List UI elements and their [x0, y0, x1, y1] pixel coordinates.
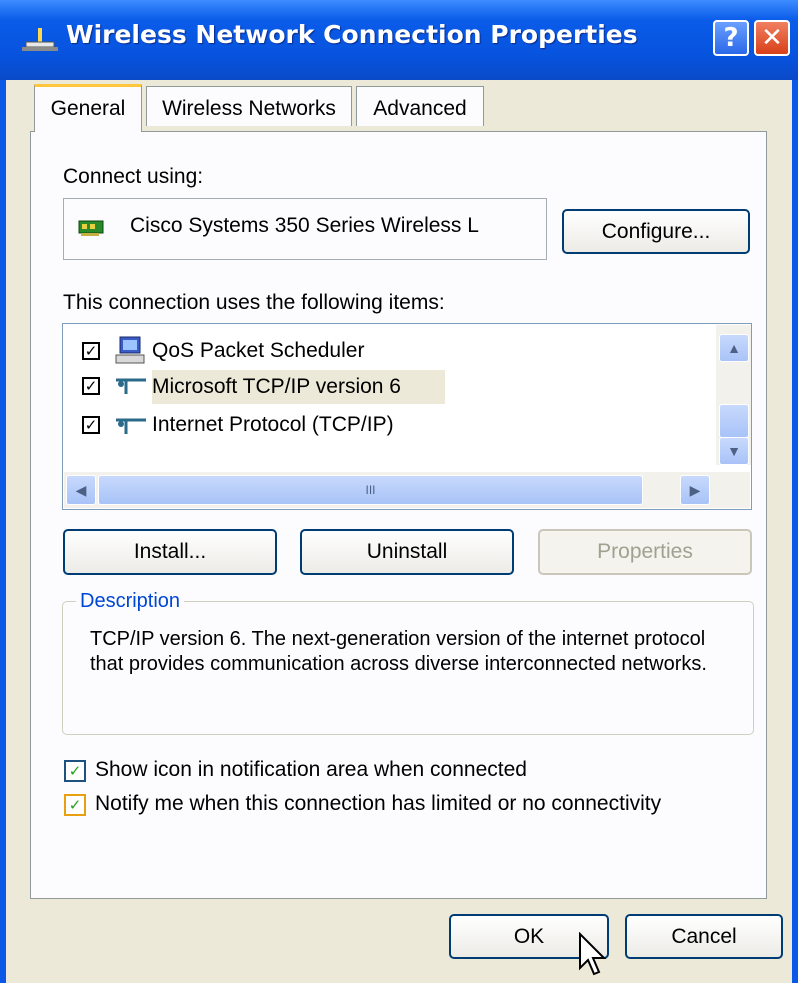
tab-general[interactable]: General [34, 84, 142, 132]
list-item-qos[interactable]: QoS Packet Scheduler [152, 334, 364, 368]
description-text: TCP/IP version 6. The next-generation ve… [90, 628, 707, 675]
notify-checkbox[interactable]: ✓ [64, 794, 86, 816]
list-item-tcpip[interactable]: Internet Protocol (TCP/IP) [152, 408, 394, 442]
tab-advanced[interactable]: Advanced [356, 86, 484, 126]
show-icon-label[interactable]: Show icon in notification area when conn… [95, 758, 527, 782]
notify-label[interactable]: Notify me when this connection has limit… [95, 792, 661, 816]
help-button[interactable]: ? [713, 20, 749, 56]
mouse-cursor-icon [579, 932, 607, 976]
close-button[interactable]: ✕ [754, 20, 790, 56]
description-title: Description [76, 590, 185, 613]
network-protocol-icon [116, 378, 146, 394]
network-connection-icon [22, 28, 58, 51]
scroll-right-button[interactable]: ▶ [680, 475, 710, 505]
uninstall-button[interactable]: Uninstall [300, 529, 514, 575]
window-title: Wireless Network Connection Properties [66, 20, 638, 49]
network-adapter-icon [78, 220, 104, 236]
tab-wireless-networks[interactable]: Wireless Networks [146, 86, 352, 126]
tcpipv6-checkbox[interactable]: ✓ [82, 377, 100, 395]
tcpip-checkbox[interactable]: ✓ [82, 416, 100, 434]
adapter-name: Cisco Systems 350 Series Wireless L [130, 214, 479, 237]
scroll-up-button[interactable]: ▲ [719, 334, 749, 362]
cancel-button[interactable]: Cancel [625, 914, 783, 959]
show-icon-checkbox[interactable]: ✓ [64, 760, 86, 782]
network-protocol-icon [116, 418, 146, 434]
computer-icon [115, 336, 145, 364]
items-label: This connection uses the following items… [63, 291, 445, 314]
qos-checkbox[interactable]: ✓ [82, 342, 100, 360]
list-item-tcpipv6[interactable]: Microsoft TCP/IP version 6 [152, 370, 445, 404]
scroll-left-button[interactable]: ◀ [66, 475, 96, 505]
properties-button[interactable]: Properties [538, 529, 752, 575]
scroll-thumb[interactable] [719, 404, 749, 438]
scroll-down-button[interactable]: ▼ [719, 437, 749, 465]
install-button[interactable]: Install... [63, 529, 277, 575]
configure-button[interactable]: Configure... [562, 209, 750, 254]
horizontal-scroll-thumb[interactable]: III [98, 475, 643, 505]
connect-using-label: Connect using: [63, 165, 204, 188]
